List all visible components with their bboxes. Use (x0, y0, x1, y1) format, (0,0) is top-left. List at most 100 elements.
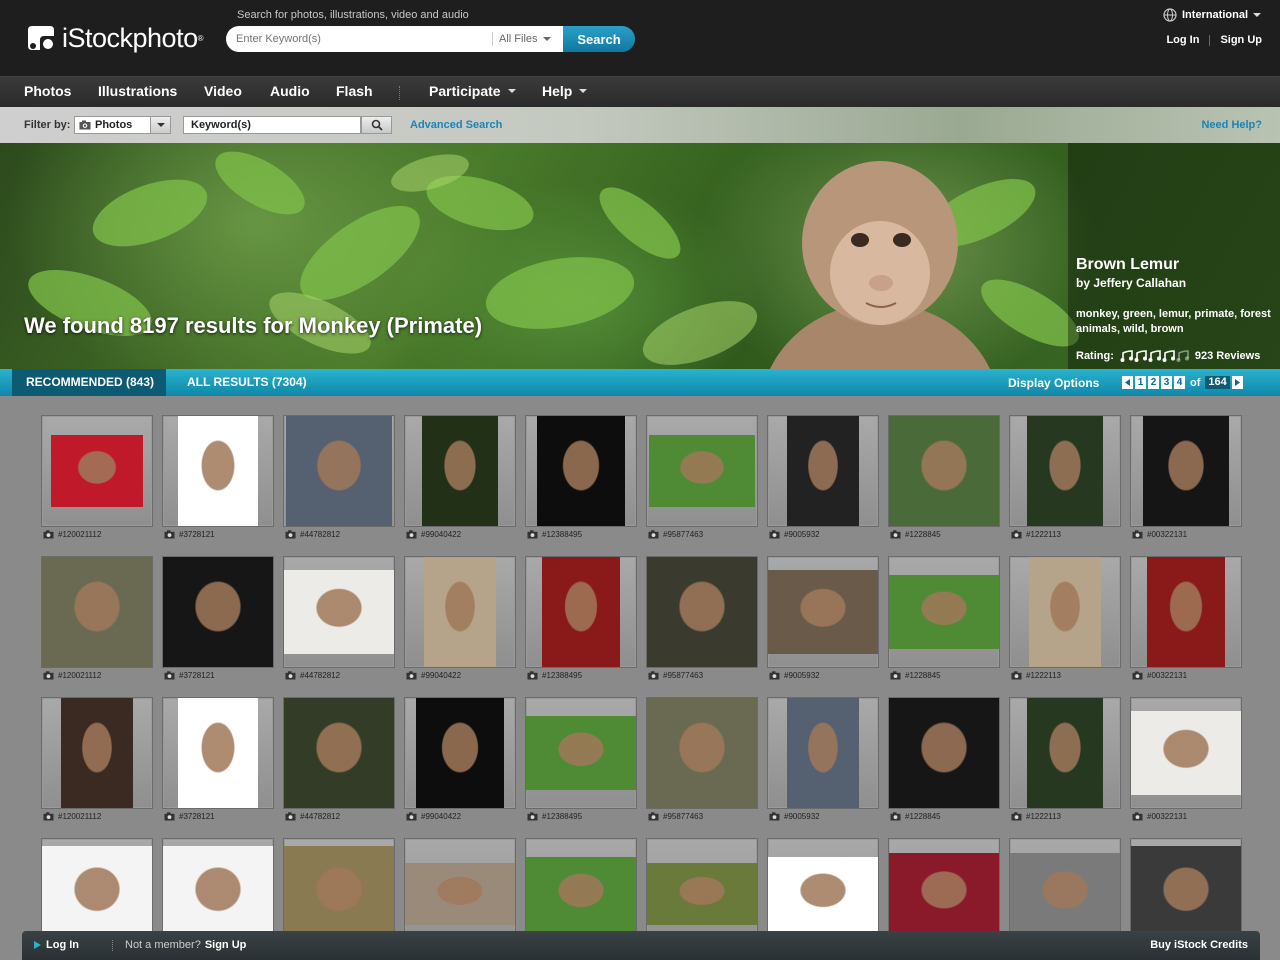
bottom-login-link[interactable]: Log In (34, 939, 79, 951)
result-item[interactable]: #1228845 (888, 697, 1000, 828)
result-thumbnail-image[interactable] (163, 846, 273, 942)
result-thumbnail-image[interactable] (1010, 853, 1120, 935)
image-id[interactable]: #99040422 (421, 530, 461, 539)
nav-participate[interactable]: Participate (429, 83, 516, 99)
result-thumbnail-image[interactable] (1027, 698, 1103, 808)
result-thumbnail-image[interactable] (1147, 557, 1225, 667)
image-id[interactable]: #1222113 (1026, 530, 1061, 539)
result-item[interactable]: #1228845 (888, 556, 1000, 687)
total-pages[interactable]: 164 (1205, 376, 1230, 389)
result-thumbnail-image[interactable] (163, 557, 273, 667)
image-id[interactable]: #95877463 (663, 530, 703, 539)
image-id[interactable]: #99040422 (421, 812, 461, 821)
result-item[interactable]: #120021112 (41, 697, 153, 828)
result-item[interactable]: #44782812 (283, 697, 395, 828)
image-id[interactable]: #1228845 (905, 530, 941, 539)
image-id[interactable]: #95877463 (663, 812, 703, 821)
tab-recommended[interactable]: RECOMMENDED (843) (12, 369, 166, 396)
result-thumbnail-image[interactable] (178, 698, 258, 808)
result-thumbnail-frame[interactable] (525, 415, 637, 527)
result-item[interactable]: #3728121 (162, 556, 274, 687)
result-thumbnail-image[interactable] (649, 435, 755, 507)
image-id[interactable]: #44782812 (300, 530, 340, 539)
result-item[interactable]: #00322131 (1130, 556, 1242, 687)
image-id[interactable]: #9005932 (784, 530, 820, 539)
result-thumbnail-frame[interactable] (646, 556, 758, 668)
result-item[interactable]: #95877463 (646, 697, 758, 828)
image-id[interactable]: #1222113 (1026, 671, 1061, 680)
result-thumbnail-image[interactable] (768, 570, 878, 654)
image-id[interactable]: #44782812 (300, 671, 340, 680)
display-options-link[interactable]: Display Options (1008, 376, 1099, 390)
result-thumbnail-image[interactable] (1131, 846, 1241, 942)
nav-help[interactable]: Help (542, 83, 588, 99)
image-id[interactable]: #12388495 (542, 812, 582, 821)
result-thumbnail-frame[interactable] (404, 697, 516, 809)
result-thumbnail-image[interactable] (424, 557, 496, 667)
result-thumbnail-image[interactable] (178, 416, 258, 526)
result-thumbnail-frame[interactable] (1130, 697, 1242, 809)
signup-link[interactable]: Sign Up (1220, 34, 1262, 46)
result-thumbnail-frame[interactable] (162, 556, 274, 668)
image-id[interactable]: #9005932 (784, 671, 820, 680)
result-thumbnail-image[interactable] (889, 416, 999, 526)
result-thumbnail-frame[interactable] (41, 697, 153, 809)
nav-flash[interactable]: Flash (336, 83, 373, 99)
result-thumbnail-image[interactable] (787, 416, 859, 526)
bottom-signup-link[interactable]: Sign Up (205, 939, 247, 951)
international-menu[interactable]: International (1163, 8, 1262, 22)
result-thumbnail-image[interactable] (1029, 557, 1101, 667)
result-item[interactable]: #3728121 (162, 415, 274, 546)
result-thumbnail-frame[interactable] (41, 556, 153, 668)
result-item[interactable]: #9005932 (767, 697, 879, 828)
result-item[interactable]: #120021112 (41, 415, 153, 546)
result-thumbnail-frame[interactable] (1009, 556, 1121, 668)
result-thumbnail-frame[interactable] (404, 556, 516, 668)
image-id[interactable]: #9005932 (784, 812, 820, 821)
result-item[interactable]: #99040422 (404, 415, 516, 546)
result-thumbnail-frame[interactable] (283, 556, 395, 668)
image-id[interactable]: #12388495 (542, 530, 582, 539)
result-thumbnail-frame[interactable] (404, 415, 516, 527)
image-id[interactable]: #3728121 (179, 812, 215, 821)
page-2-link[interactable]: 2 (1148, 376, 1159, 389)
result-thumbnail-frame[interactable] (888, 556, 1000, 668)
result-item[interactable]: #44782812 (283, 415, 395, 546)
result-thumbnail-image[interactable] (526, 716, 636, 790)
keyword-filter-input[interactable]: Keyword(s) (183, 116, 361, 134)
advanced-search-link[interactable]: Advanced Search (410, 119, 502, 131)
result-item[interactable]: #44782812 (283, 556, 395, 687)
image-id[interactable]: #120021112 (58, 530, 101, 539)
filter-type-select[interactable]: Photos (74, 116, 171, 134)
file-type-select[interactable]: All Files (492, 32, 551, 46)
result-item[interactable]: #00322131 (1130, 697, 1242, 828)
result-thumbnail-image[interactable] (422, 416, 498, 526)
result-thumbnail-frame[interactable] (283, 415, 395, 527)
result-thumbnail-frame[interactable] (1009, 697, 1121, 809)
image-id[interactable]: #00322131 (1147, 812, 1187, 821)
result-item[interactable]: #00322131 (1130, 415, 1242, 546)
result-thumbnail-image[interactable] (42, 557, 152, 667)
result-item[interactable]: #12388495 (525, 556, 637, 687)
buy-credits-link[interactable]: Buy iStock Credits (1150, 939, 1248, 951)
istockphoto-logo[interactable]: iStockphoto ® (24, 20, 204, 56)
result-thumbnail-image[interactable] (284, 846, 394, 942)
result-thumbnail-image[interactable] (768, 857, 878, 931)
result-thumbnail-frame[interactable] (767, 556, 879, 668)
nav-video[interactable]: Video (204, 83, 242, 99)
image-id[interactable]: #1222113 (1026, 812, 1061, 821)
result-thumbnail-frame[interactable] (1009, 415, 1121, 527)
result-thumbnail-image[interactable] (526, 857, 636, 931)
result-item[interactable]: #120021112 (41, 556, 153, 687)
featured-author[interactable]: by Jeffery Callahan (1076, 276, 1186, 290)
image-id[interactable]: #44782812 (300, 812, 340, 821)
image-id[interactable]: #3728121 (179, 671, 215, 680)
result-thumbnail-frame[interactable] (162, 697, 274, 809)
result-thumbnail-frame[interactable] (888, 697, 1000, 809)
result-item[interactable]: #1228845 (888, 415, 1000, 546)
result-thumbnail-image[interactable] (61, 698, 133, 808)
result-thumbnail-frame[interactable] (525, 556, 637, 668)
nav-illustrations[interactable]: Illustrations (98, 83, 177, 99)
result-thumbnail-image[interactable] (405, 863, 515, 925)
result-thumbnail-image[interactable] (284, 570, 394, 654)
